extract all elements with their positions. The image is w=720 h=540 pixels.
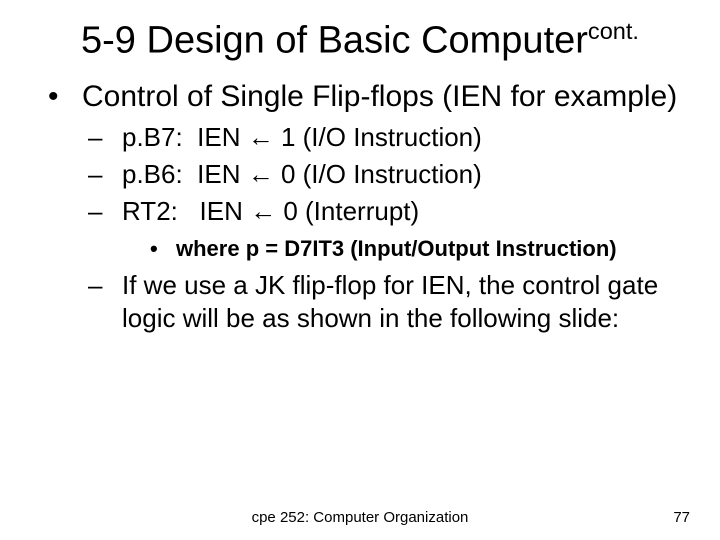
sub-rest: IEN ← 1 (I/O Instruction): [197, 122, 482, 152]
sub-bullet-item: p.B7: IEN ← 1 (I/O Instruction): [88, 121, 690, 154]
bullet-item: Control of Single Flip-flops (IEN for ex…: [48, 79, 690, 335]
title-superscript: cont.: [588, 18, 639, 44]
note-bullet-item: where p = D7IT3 (Input/Output Instructio…: [150, 235, 690, 264]
title-main: 5-9 Design of Basic Computer: [81, 20, 588, 62]
sub-bullet-item: If we use a JK flip-flop for IEN, the co…: [88, 269, 690, 336]
sub-text: If we use a JK flip-flop for IEN, the co…: [122, 270, 658, 333]
bullet-text: Control of Single Flip-flops (IEN for ex…: [82, 80, 677, 113]
footer-course: cpe 252: Computer Organization: [0, 509, 720, 526]
sub-label: p.B6:: [122, 159, 183, 189]
sub-bullet-item: p.B6: IEN ← 0 (I/O Instruction): [88, 158, 690, 191]
page-number: 77: [673, 509, 690, 526]
sub-label: RT2:: [122, 196, 178, 226]
slide-title: 5-9 Design of Basic Computercont.: [30, 18, 690, 63]
bullet-list-level2: p.B7: IEN ← 1 (I/O Instruction) p.B6: IE…: [88, 121, 690, 336]
sub-rest: IEN ← 0 (I/O Instruction): [197, 159, 482, 189]
sub-label: p.B7:: [122, 122, 183, 152]
sub-rest: IEN ← 0 (Interrupt): [200, 196, 420, 226]
sub-bullet-item: RT2: IEN ← 0 (Interrupt) where p = D7IT3…: [88, 195, 690, 263]
bullet-list-level1: Control of Single Flip-flops (IEN for ex…: [48, 79, 690, 335]
bullet-list-level3: where p = D7IT3 (Input/Output Instructio…: [150, 235, 690, 264]
slide: 5-9 Design of Basic Computercont. Contro…: [0, 0, 720, 540]
note-text: where p = D7IT3 (Input/Output Instructio…: [176, 236, 617, 261]
